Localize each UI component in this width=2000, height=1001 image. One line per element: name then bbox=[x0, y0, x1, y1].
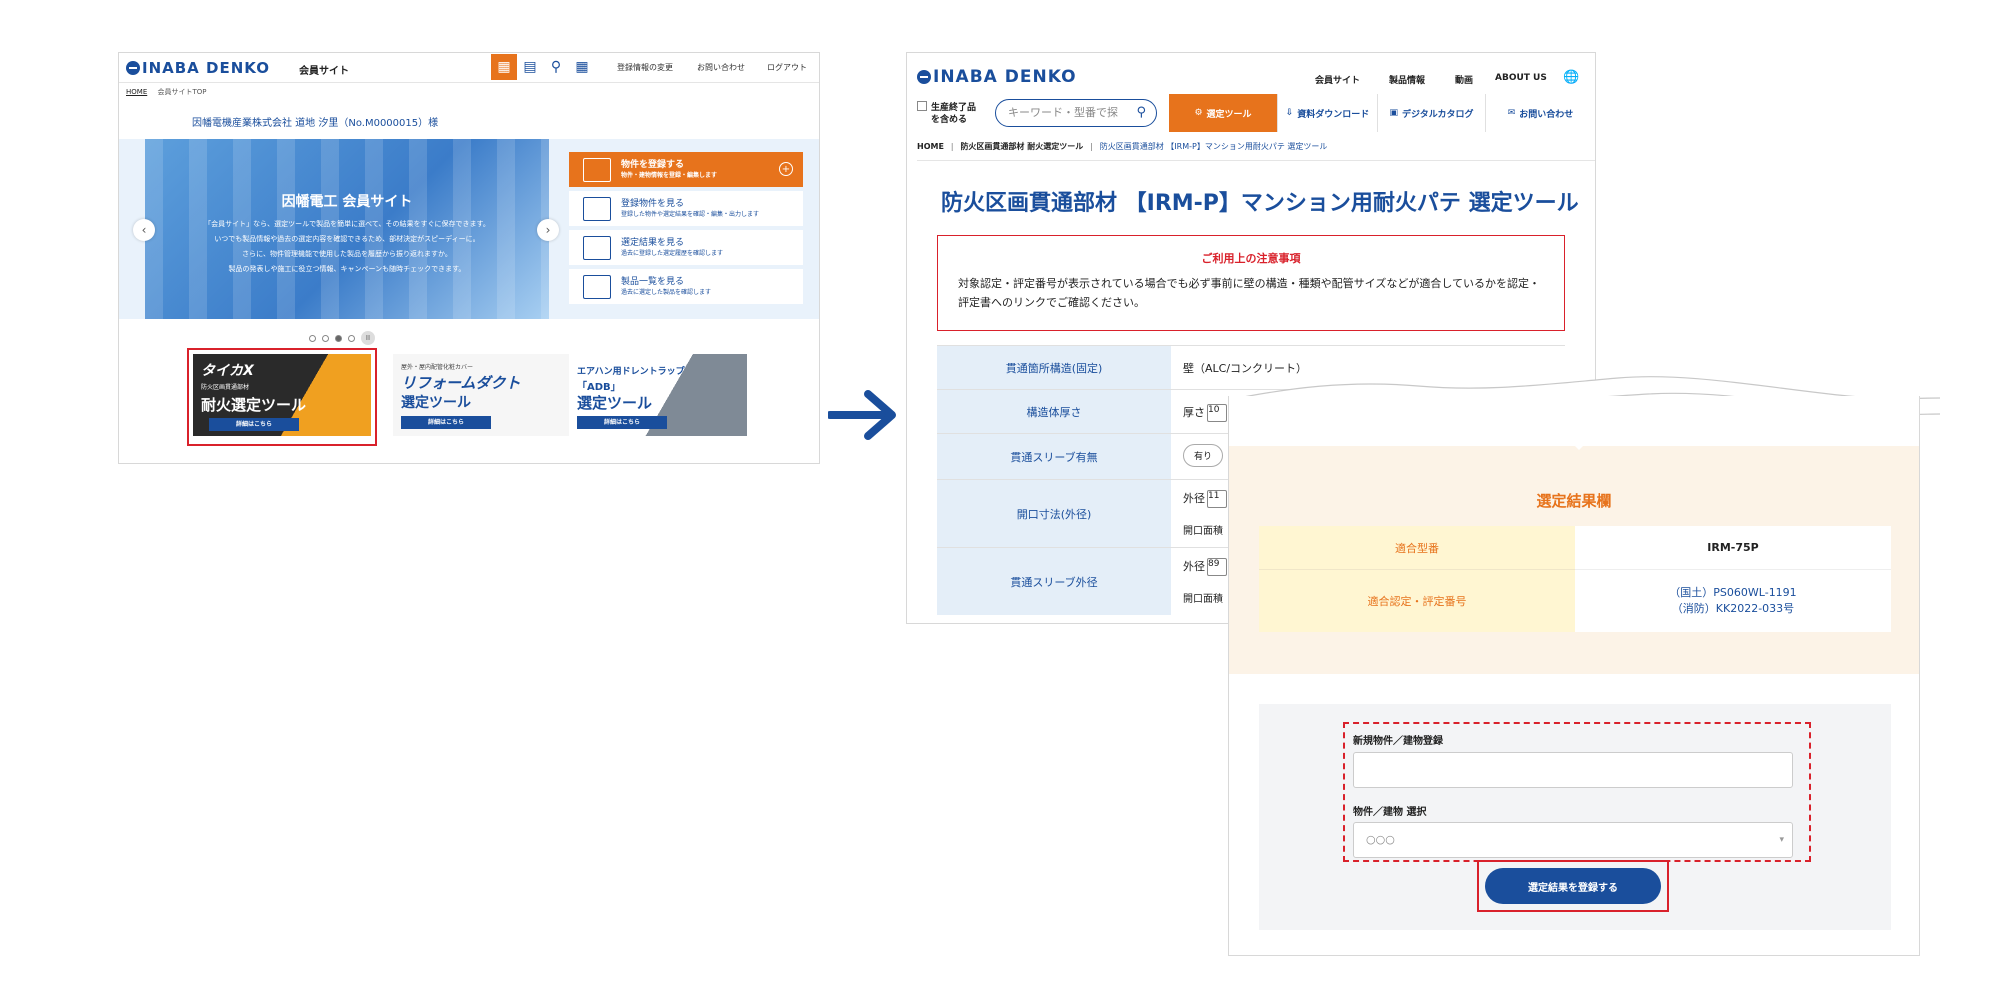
checkbox-icon[interactable] bbox=[917, 101, 927, 111]
menu-view-properties[interactable]: 登録物件を見る 登録した物件や選定結果を確認・編集・出力します bbox=[569, 191, 803, 226]
breadcrumb-home[interactable]: HOME bbox=[917, 142, 944, 151]
hero-banner[interactable]: 因幡電工 会員サイト 「会員サイト」なら、選定ツールで製品を簡単に選べて、その結… bbox=[145, 139, 549, 319]
chevron-down-icon: ▾ bbox=[1779, 835, 1784, 845]
search-icon[interactable]: ⚲ bbox=[1136, 100, 1146, 126]
carousel-prev-button[interactable]: ‹ bbox=[133, 219, 155, 241]
plus-circle-icon: + bbox=[779, 162, 793, 176]
nav-edit-registration[interactable]: 登録情報の変更 bbox=[617, 62, 673, 73]
breadcrumb-current: 会員サイトTOP bbox=[157, 88, 207, 96]
nav-about-us[interactable]: ABOUT US bbox=[1495, 73, 1547, 83]
carousel-next-button[interactable]: › bbox=[537, 219, 559, 241]
carousel-pause-icon[interactable]: II bbox=[361, 331, 375, 345]
breadcrumb: HOME 会員サイトTOP bbox=[126, 87, 207, 97]
nav-logout[interactable]: ログアウト bbox=[767, 62, 807, 73]
register-result-button[interactable]: 選定結果を登録する bbox=[1485, 868, 1661, 904]
result-key-certification: 適合認定・評定番号 bbox=[1259, 570, 1575, 632]
user-greeting: 因幡電機産業株式会社 道地 汐里（No.M0000015）様 bbox=[192, 118, 439, 129]
tab-download[interactable]: ⇩ 資料ダウンロード bbox=[1277, 94, 1377, 132]
new-property-input[interactable] bbox=[1353, 752, 1793, 788]
result-search-icon bbox=[583, 235, 611, 260]
result-value-certification[interactable]: （国土）PS060WL-1191 （消防）KK2022-033号 bbox=[1575, 570, 1891, 632]
result-value-model: IRM-75P bbox=[1575, 526, 1891, 570]
banner-reform-duct-tool[interactable]: 屋外・屋内配管化粧カバー リフォームダクト 選定ツール 詳細はこちら bbox=[393, 354, 571, 436]
mail-icon: ✉ bbox=[1507, 108, 1516, 118]
menu-view-products[interactable]: 製品一覧を見る 過去に選定した製品を確認します bbox=[569, 269, 803, 304]
breadcrumb-tool-top[interactable]: 防火区画貫通部材 耐火選定ツール bbox=[960, 142, 1083, 151]
tab-selection-tool[interactable]: ⚙ 選定ツール bbox=[1169, 94, 1277, 132]
sleeve-yes-button[interactable]: 有り bbox=[1183, 444, 1224, 467]
highlight-box bbox=[187, 348, 377, 446]
menu-view-results[interactable]: 選定結果を見る 過去に登録した選定履歴を確認します bbox=[569, 230, 803, 265]
document-icon[interactable]: ▤ bbox=[517, 54, 543, 80]
usage-notice: ご利用上の注意事項 対象認定・評定番号が表示されている場合でも必ず事前に壁の構造… bbox=[937, 235, 1565, 331]
member-site-header: INABA DENKO 会員サイト ▦ ▤ ⚲ ▦ 登録情報の変更 お問い合わせ… bbox=[119, 53, 819, 83]
opening-diameter-input[interactable]: 11 bbox=[1207, 490, 1227, 508]
result-table: 適合型番 IRM-75P 適合認定・評定番号 （国土）PS060WL-1191 … bbox=[1259, 526, 1891, 632]
menu-register-property[interactable]: 物件を登録する 物件・建物情報を登録・編集します + bbox=[569, 152, 803, 187]
nav-product-info[interactable]: 製品情報 bbox=[1389, 73, 1425, 86]
site-name: 会員サイト bbox=[299, 66, 349, 77]
product-list-icon[interactable]: ▦ bbox=[569, 54, 595, 80]
hero-title: 因幡電工 会員サイト bbox=[281, 194, 413, 210]
breadcrumb-home[interactable]: HOME bbox=[126, 88, 147, 96]
breadcrumb: HOME | 防火区画貫通部材 耐火選定ツール | 防火区画貫通部材 【IRM-… bbox=[917, 141, 1595, 161]
register-form: 新規物件／建物登録 物件／建物 選択 ○○○ ▾ 選定結果を登録する bbox=[1259, 704, 1891, 930]
page-title: 防火区画貫通部材 【IRM-P】マンション用耐火パテ 選定ツール bbox=[941, 191, 1579, 216]
carousel-dot[interactable] bbox=[322, 334, 329, 342]
new-property-label: 新規物件／建物登録 bbox=[1353, 736, 1443, 747]
banner-detail-button[interactable]: 詳細はこちら bbox=[401, 416, 491, 429]
panel-notch bbox=[1565, 436, 1593, 450]
register-icon[interactable]: ▦ bbox=[491, 54, 517, 80]
result-panel-title: 選定結果欄 bbox=[1536, 492, 1612, 510]
property-select-label: 物件／建物 選択 bbox=[1353, 807, 1427, 818]
carousel-dot-active[interactable] bbox=[335, 334, 342, 342]
thickness-input[interactable]: 10 bbox=[1207, 404, 1227, 422]
include-discontinued-checkbox[interactable]: 生産終了品 を含める bbox=[917, 101, 976, 126]
carousel-dot[interactable] bbox=[309, 334, 316, 342]
banner-drain-trap-tool[interactable]: エアハン用ドレントラップ 「ADB」 選定ツール 詳細はこちら bbox=[569, 354, 747, 436]
download-icon: ⇩ bbox=[1285, 108, 1294, 118]
arrow-right-icon bbox=[826, 390, 898, 444]
inaba-denko-logo[interactable]: INABA DENKO bbox=[126, 59, 270, 77]
carousel-dots: II bbox=[309, 331, 375, 345]
nav-member-site[interactable]: 会員サイト bbox=[1315, 73, 1360, 86]
property-select[interactable]: ○○○ ▾ bbox=[1353, 822, 1793, 858]
book-icon: ▣ bbox=[1389, 108, 1398, 118]
nav-contact[interactable]: お問い合わせ bbox=[697, 62, 745, 73]
inaba-denko-logo[interactable]: INABA DENKO bbox=[917, 67, 1077, 87]
selection-result-screenshot: 選定結果欄 適合型番 IRM-75P 適合認定・評定番号 （国土）PS060WL… bbox=[1228, 396, 1920, 956]
gear-icon: ⚙ bbox=[1194, 108, 1203, 118]
carousel-dot[interactable] bbox=[348, 334, 355, 342]
tab-digital-catalog[interactable]: ▣ デジタルカタログ bbox=[1377, 94, 1485, 132]
tab-contact[interactable]: ✉ お問い合わせ bbox=[1485, 94, 1595, 132]
globe-icon[interactable]: 🌐 bbox=[1563, 70, 1579, 85]
search-input[interactable]: キーワード・型番で探 ⚲ bbox=[995, 99, 1157, 127]
property-list-icon bbox=[583, 196, 611, 221]
hero-text: 「会員サイト」なら、選定ツールで製品を簡単に選べて、その結果をすぐに保存できます… bbox=[204, 220, 490, 273]
sleeve-diameter-input[interactable]: 89 bbox=[1207, 558, 1227, 576]
breadcrumb-current: 防火区画貫通部材 【IRM-P】マンション用耐火パテ 選定ツール bbox=[1099, 142, 1328, 151]
product-catalog-icon bbox=[583, 274, 611, 299]
notice-body: 対象認定・評定番号が表示されている場合でも必ず事前に壁の構造・種類や配管サイズな… bbox=[958, 277, 1541, 309]
notice-heading: ご利用上の注意事項 bbox=[1201, 252, 1301, 265]
register-property-icon bbox=[583, 157, 611, 182]
search-result-icon[interactable]: ⚲ bbox=[543, 54, 569, 80]
banner-detail-button[interactable]: 詳細はこちら bbox=[577, 416, 667, 429]
member-site-screenshot: INABA DENKO 会員サイト ▦ ▤ ⚲ ▦ 登録情報の変更 お問い合わせ… bbox=[118, 52, 820, 464]
nav-video[interactable]: 動画 bbox=[1455, 73, 1473, 86]
result-key-model: 適合型番 bbox=[1259, 526, 1575, 570]
